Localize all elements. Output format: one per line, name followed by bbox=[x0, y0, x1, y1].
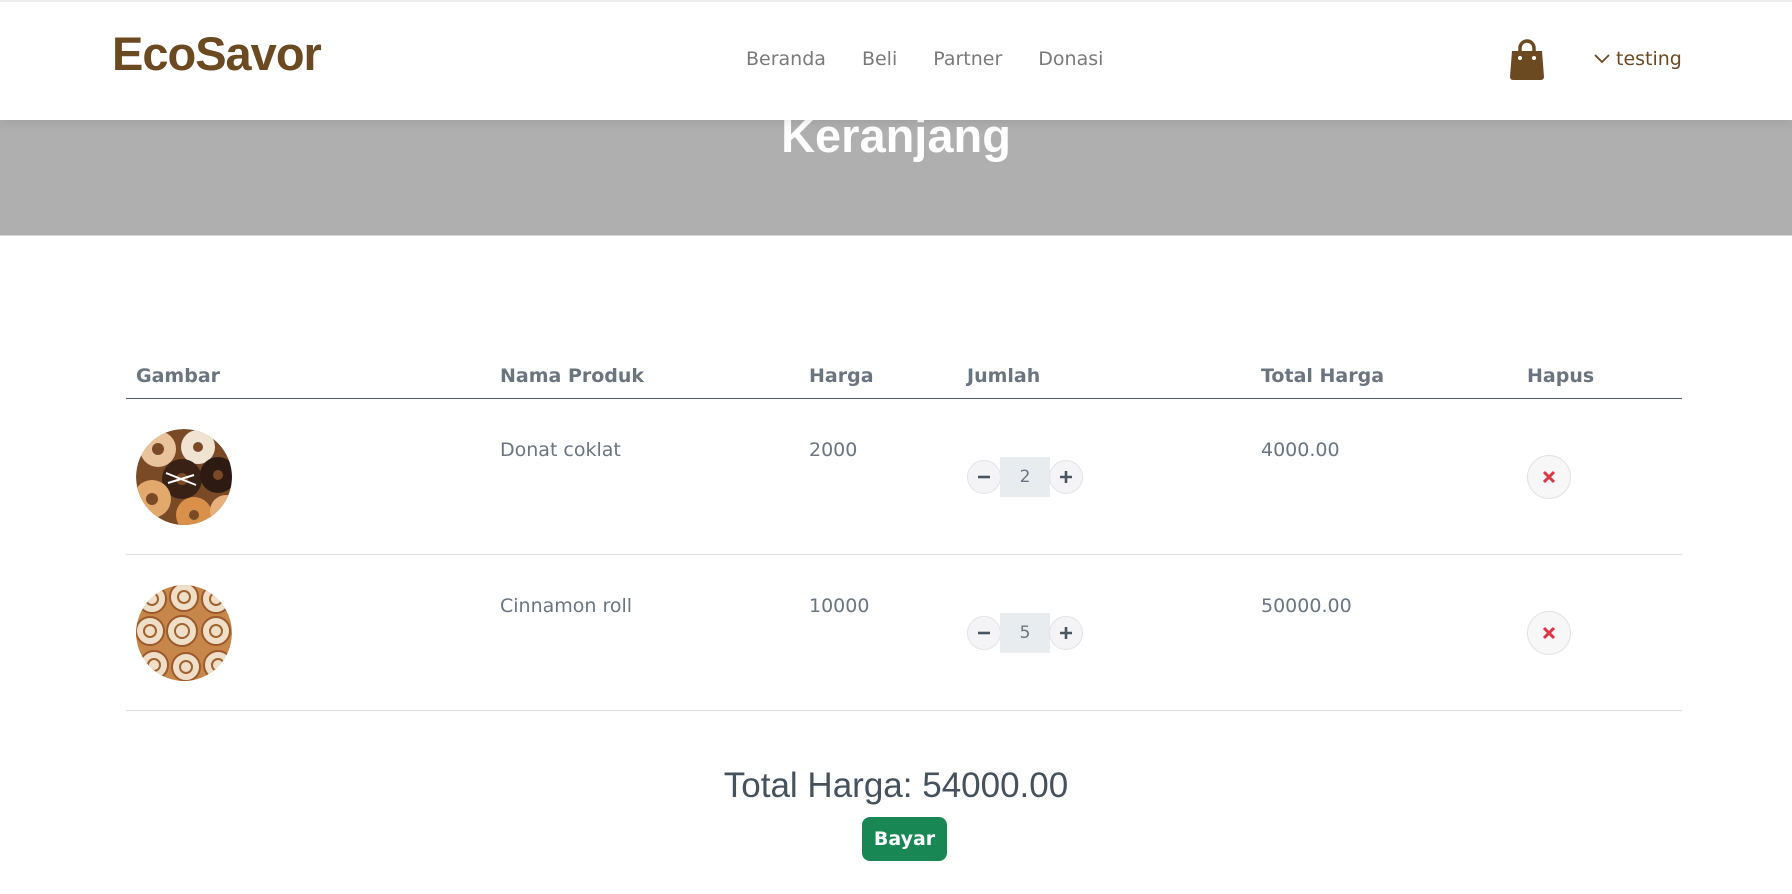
product-name: Cinnamon roll bbox=[490, 554, 799, 711]
brand-logo[interactable]: EcoSavor bbox=[112, 26, 322, 81]
minus-icon[interactable] bbox=[967, 615, 1001, 650]
close-icon bbox=[1542, 470, 1556, 483]
product-name: Donat coklat bbox=[490, 398, 799, 555]
shopping-bag-icon[interactable] bbox=[1509, 38, 1545, 80]
quantity-stepper: 2 bbox=[967, 456, 1241, 497]
cart-table: Gambar Nama Produk Harga Jumlah Total Ha… bbox=[126, 354, 1682, 711]
nav-beranda[interactable]: Beranda bbox=[746, 48, 826, 70]
nav-partner[interactable]: Partner bbox=[933, 48, 1002, 70]
pay-button[interactable]: Bayar bbox=[862, 817, 947, 861]
header-harga: Harga bbox=[799, 354, 957, 399]
user-menu[interactable]: testing bbox=[1594, 48, 1682, 70]
delete-button[interactable] bbox=[1527, 610, 1571, 655]
table-header-row: Gambar Nama Produk Harga Jumlah Total Ha… bbox=[126, 354, 1682, 399]
quantity-input[interactable]: 5 bbox=[1000, 612, 1050, 653]
header-gambar: Gambar bbox=[126, 354, 490, 399]
nav-donasi[interactable]: Donasi bbox=[1038, 48, 1103, 70]
plus-icon[interactable] bbox=[1049, 459, 1083, 494]
table-row: Cinnamon roll 10000 5 50000.00 bbox=[126, 554, 1682, 711]
product-price: 2000 bbox=[799, 398, 957, 555]
product-total: 4000.00 bbox=[1251, 398, 1517, 555]
page-hero: Keranjang bbox=[0, 109, 1792, 236]
product-total: 50000.00 bbox=[1251, 554, 1517, 711]
table-row: Donat coklat 2000 2 4000.00 bbox=[126, 398, 1682, 555]
header-jumlah: Jumlah bbox=[957, 354, 1251, 399]
user-name: testing bbox=[1616, 48, 1682, 70]
header-total-harga: Total Harga bbox=[1251, 354, 1517, 399]
chevron-down-icon bbox=[1594, 54, 1610, 64]
product-price: 10000 bbox=[799, 554, 957, 711]
header-hapus: Hapus bbox=[1517, 354, 1682, 399]
header-nama-produk: Nama Produk bbox=[490, 354, 799, 399]
close-icon bbox=[1542, 626, 1556, 639]
minus-icon[interactable] bbox=[967, 459, 1001, 494]
total-value: 54000.00 bbox=[922, 766, 1069, 805]
cinnamon-roll-image bbox=[136, 584, 232, 681]
delete-button[interactable] bbox=[1527, 454, 1571, 499]
donut-image bbox=[136, 428, 232, 525]
quantity-input[interactable]: 2 bbox=[1000, 456, 1050, 497]
quantity-stepper: 5 bbox=[967, 612, 1241, 653]
top-navbar: EcoSavor Beranda Beli Partner Donasi tes… bbox=[0, 0, 1792, 120]
total-summary: Total Harga: 54000.00 bbox=[0, 766, 1792, 806]
nav-beli[interactable]: Beli bbox=[862, 48, 897, 70]
divider bbox=[0, 235, 1792, 236]
plus-icon[interactable] bbox=[1049, 615, 1083, 650]
main-nav: Beranda Beli Partner Donasi bbox=[746, 48, 1139, 70]
total-label: Total Harga: bbox=[723, 766, 913, 805]
